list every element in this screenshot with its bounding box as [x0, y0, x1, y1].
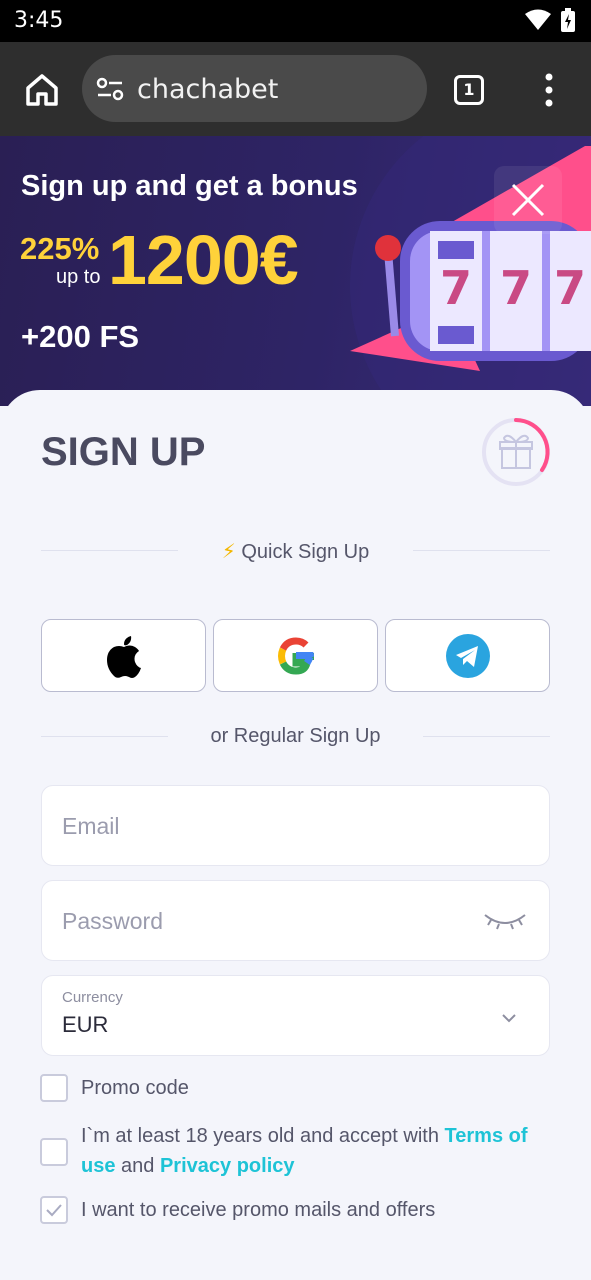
apple-signup-button[interactable] [41, 619, 206, 692]
eye-closed-icon[interactable] [483, 909, 527, 931]
close-icon [511, 183, 545, 217]
telegram-icon [445, 633, 490, 678]
battery-icon [561, 8, 575, 32]
signup-card: SIGN UP ⚡ Quick Sign Up or Regular Sign … [0, 390, 591, 1280]
wifi-icon [525, 9, 551, 30]
close-banner-button[interactable] [494, 166, 562, 234]
age-terms-text: I`m at least 18 years old and accept wit… [81, 1121, 551, 1181]
tab-switcher-button[interactable]: 1 [454, 75, 484, 105]
regular-signup-divider: or Regular Sign Up [41, 722, 550, 752]
checkmark-icon [46, 1204, 62, 1217]
email-placeholder: Email [62, 813, 120, 839]
password-field[interactable]: Password [41, 880, 550, 961]
bonus-banner: 7 7 7 Sign up and get a bonus 225% up to… [0, 136, 591, 406]
promo-mails-checkbox[interactable] [40, 1196, 68, 1224]
telegram-signup-button[interactable] [385, 619, 550, 692]
address-bar[interactable]: chachabet [82, 55, 427, 122]
google-icon [277, 636, 314, 675]
chevron-down-icon [502, 1014, 516, 1023]
age-text: I`m at least 18 years old and accept wit… [81, 1125, 439, 1147]
more-menu-icon[interactable] [538, 72, 560, 108]
status-icons [525, 8, 575, 32]
status-bar: 3:45 [0, 0, 591, 42]
page-title: SIGN UP [41, 430, 206, 474]
quick-signup-label: Quick Sign Up [241, 541, 370, 563]
svg-text:7: 7 [554, 261, 586, 315]
promo-code-checkbox[interactable] [40, 1074, 68, 1102]
apple-icon [106, 635, 141, 678]
bonus-amount: 1200€ [108, 221, 299, 299]
google-signup-button[interactable] [213, 619, 378, 692]
free-spins: +200 FS [21, 319, 140, 354]
gift-icon[interactable] [480, 416, 552, 488]
banner-title: Sign up and get a bonus [21, 170, 358, 202]
currency-value: EUR [62, 1012, 109, 1037]
password-placeholder: Password [62, 908, 163, 934]
bonus-percent: 225% [20, 231, 100, 266]
site-settings-icon[interactable] [96, 77, 124, 101]
svg-text:7: 7 [500, 261, 532, 315]
and-text: and [121, 1155, 155, 1177]
svg-text:7: 7 [440, 261, 472, 315]
status-time: 3:45 [14, 8, 64, 33]
email-field[interactable]: Email [41, 785, 550, 866]
currency-select[interactable]: Currency EUR [41, 975, 550, 1056]
promo-mails-label: I want to receive promo mails and offers [81, 1199, 436, 1221]
privacy-policy-link[interactable]: Privacy policy [160, 1155, 295, 1177]
url-text: chachabet [137, 74, 279, 105]
age-terms-checkbox[interactable] [40, 1138, 68, 1166]
quick-signup-divider: ⚡ Quick Sign Up [41, 536, 550, 566]
currency-label: Currency [62, 989, 123, 1006]
promo-code-label: Promo code [81, 1077, 189, 1099]
lightning-icon: ⚡ [221, 541, 236, 563]
home-icon[interactable] [22, 70, 62, 110]
bonus-up-to: up to [56, 266, 101, 288]
browser-toolbar: chachabet 1 [0, 42, 591, 136]
